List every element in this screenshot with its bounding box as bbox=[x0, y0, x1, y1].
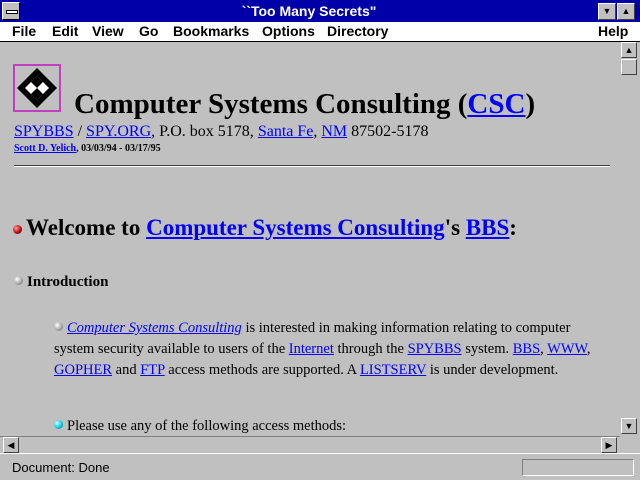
welcome-csc-link[interactable]: Computer Systems Consulting bbox=[146, 215, 445, 240]
spybbs-link[interactable]: SPYBBS bbox=[14, 123, 74, 140]
csc-link[interactable]: CSC bbox=[467, 88, 525, 120]
minimize-button[interactable]: ▼ bbox=[598, 3, 616, 20]
vertical-scrollbar[interactable]: ▲ ▼ bbox=[620, 42, 638, 436]
gray-bullet-icon bbox=[54, 322, 63, 331]
address-sep: / bbox=[73, 123, 87, 140]
scroll-down-button[interactable]: ▼ bbox=[621, 418, 637, 434]
intro-bbs-link[interactable]: BBS bbox=[513, 341, 540, 357]
maximize-button[interactable]: ▲ bbox=[617, 3, 635, 20]
address-line: SPYBBS / SPY.ORG, P.O. box 5178, Santa F… bbox=[14, 123, 428, 141]
menu-edit[interactable]: Edit bbox=[52, 23, 78, 39]
csc-logo bbox=[13, 64, 61, 112]
horizontal-scrollbar[interactable]: ◀ ▶ bbox=[0, 436, 620, 453]
intro-text-7: access methods are supported. A bbox=[164, 362, 360, 378]
access-methods-line: Please use any of the following access m… bbox=[54, 418, 346, 435]
intro-text-8: is under development. bbox=[426, 362, 559, 378]
intro-csc-link[interactable]: Computer Systems Consulting bbox=[67, 320, 242, 336]
ftp-link[interactable]: FTP bbox=[140, 362, 164, 378]
address-zip: 87502-5178 bbox=[347, 123, 429, 140]
scroll-up-button[interactable]: ▲ bbox=[621, 42, 637, 58]
welcome-suffix: : bbox=[509, 215, 517, 240]
csc-logo-icon bbox=[17, 68, 57, 108]
intro-paragraph: Computer Systems Consulting is intereste… bbox=[54, 318, 602, 381]
page-title: Computer Systems Consulting (CSC) bbox=[74, 88, 535, 121]
menu-options[interactable]: Options bbox=[262, 23, 315, 39]
status-text: Document: Done bbox=[12, 460, 110, 475]
intro-spybbs-link[interactable]: SPYBBS bbox=[408, 341, 462, 357]
status-bar: Document: Done bbox=[0, 453, 640, 480]
menu-bar: File Edit View Go Bookmarks Options Dire… bbox=[0, 22, 640, 42]
intro-text-3: system. bbox=[461, 341, 513, 357]
bbs-link[interactable]: BBS bbox=[466, 215, 509, 240]
menu-go[interactable]: Go bbox=[139, 23, 158, 39]
progress-indicator bbox=[522, 459, 634, 476]
introduction-text: Introduction bbox=[27, 274, 109, 290]
intro-text-6: and bbox=[112, 362, 141, 378]
document-view: Computer Systems Consulting (CSC) SPYBBS… bbox=[0, 42, 620, 436]
listserv-link[interactable]: LISTSERV bbox=[360, 362, 426, 378]
menu-directory[interactable]: Directory bbox=[327, 23, 388, 39]
scrollbar-corner bbox=[620, 436, 640, 453]
www-link[interactable]: WWW bbox=[547, 341, 587, 357]
author-dates: , 03/03/94 - 03/17/95 bbox=[76, 143, 161, 154]
spy-org-link[interactable]: SPY.ORG bbox=[86, 123, 151, 140]
welcome-heading: Welcome to Computer Systems Consulting's… bbox=[13, 215, 517, 241]
gopher-link[interactable]: GOPHER bbox=[54, 362, 112, 378]
page-title-text: Computer Systems Consulting ( bbox=[74, 88, 468, 120]
author-link[interactable]: Scott D. Yelich bbox=[14, 143, 76, 154]
scroll-right-button[interactable]: ▶ bbox=[601, 437, 617, 453]
menu-bookmarks[interactable]: Bookmarks bbox=[173, 23, 249, 39]
internet-link[interactable]: Internet bbox=[289, 341, 334, 357]
window-title: ``Too Many Secrets" bbox=[241, 3, 377, 19]
intro-text-2: through the bbox=[333, 341, 408, 357]
scroll-left-button[interactable]: ◀ bbox=[3, 437, 19, 453]
welcome-mid: 's bbox=[444, 215, 466, 240]
scroll-thumb[interactable] bbox=[621, 59, 637, 75]
system-menu-button[interactable] bbox=[2, 2, 20, 20]
horizontal-rule bbox=[14, 165, 610, 167]
red-bullet-icon bbox=[13, 225, 22, 234]
intro-text-5: , bbox=[586, 341, 591, 357]
page-title-close: ) bbox=[525, 88, 536, 120]
access-methods-text: Please use any of the following access m… bbox=[67, 418, 347, 434]
nm-link[interactable]: NM bbox=[321, 123, 347, 140]
santa-fe-link[interactable]: Santa Fe bbox=[258, 123, 314, 140]
gray-bullet-icon bbox=[14, 276, 23, 285]
menu-help[interactable]: Help bbox=[598, 23, 628, 39]
introduction-heading: Introduction bbox=[14, 274, 108, 291]
menu-view[interactable]: View bbox=[92, 23, 124, 39]
cyan-bullet-icon bbox=[54, 420, 63, 429]
author-line: Scott D. Yelich, 03/03/94 - 03/17/95 bbox=[14, 143, 161, 154]
menu-file[interactable]: File bbox=[12, 23, 36, 39]
address-pobox: , P.O. box 5178, bbox=[151, 123, 258, 140]
welcome-prefix: Welcome to bbox=[26, 215, 147, 240]
